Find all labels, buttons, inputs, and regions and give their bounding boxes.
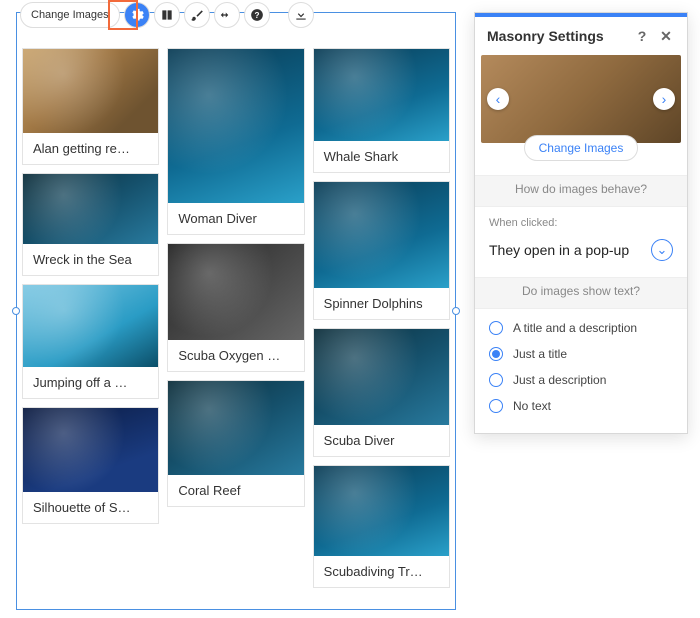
text-option-radio[interactable]: Just a description [489,367,673,393]
dropdown-value: They open in a pop-up [489,242,629,258]
text-option-radio[interactable]: No text [489,393,673,419]
masonry-grid: Alan getting re… Wreck in the Sea Jumping … [22,48,450,618]
floating-toolbar: Change Images ? [20,2,314,28]
gallery-caption: Jumping off a … [23,367,158,398]
radio-label: Just a description [513,373,606,387]
brush-icon[interactable] [184,2,210,28]
chevron-down-icon[interactable]: ⌄ [651,239,673,261]
gallery-caption: Spinner Dolphins [314,288,449,319]
text-options-group: A title and a description Just a title Jus… [475,309,687,433]
preview-next-icon[interactable]: › [653,88,675,110]
text-option-radio[interactable]: A title and a description [489,315,673,341]
radio-label: No text [513,399,551,413]
hstretch-icon[interactable] [214,2,240,28]
gallery-caption: Scuba Diver [314,425,449,456]
text-option-radio[interactable]: Just a title [489,341,673,367]
gallery-caption: Alan getting re… [23,133,158,164]
gallery-thumb[interactable] [23,49,158,133]
gallery-thumb[interactable] [314,466,449,556]
preview-image: ‹ › [481,55,681,143]
gallery-caption: Woman Diver [168,203,303,234]
gallery-caption: Scubadiving Tr… [314,556,449,587]
section-behave: How do images behave? [475,175,687,207]
radio-icon[interactable] [489,373,503,387]
radio-label: A title and a description [513,321,637,335]
gallery-card[interactable]: Jumping off a … [22,284,159,399]
help-icon[interactable]: ? [244,2,270,28]
panel-title: Masonry Settings [487,28,604,44]
gallery-caption: Whale Shark [314,141,449,172]
preview-prev-icon[interactable]: ‹ [487,88,509,110]
gallery-card[interactable]: Spinner Dolphins [313,181,450,320]
gallery-card[interactable]: Scuba Diver [313,328,450,457]
when-clicked-dropdown[interactable]: They open in a pop-up ⌄ [489,235,673,273]
gallery-card[interactable]: Woman Diver [167,48,304,235]
gallery-thumb[interactable] [314,182,449,288]
gallery-card[interactable]: Wreck in the Sea [22,173,159,276]
gallery-card[interactable]: Scubadiving Tr… [313,465,450,588]
gallery-caption: Coral Reef [168,475,303,506]
gallery-caption: Silhouette of S… [23,492,158,523]
gallery-caption: Scuba Oxygen … [168,340,303,371]
panel-close-icon[interactable]: ✕ [657,27,675,45]
resize-handle-left[interactable] [12,307,20,315]
panel-change-images-button[interactable]: Change Images [524,135,639,161]
radio-label: Just a title [513,347,567,361]
gear-icon[interactable] [124,2,150,28]
gallery-thumb[interactable] [314,49,449,141]
gallery-card[interactable]: Alan getting re… [22,48,159,165]
settings-panel: Masonry Settings ? ✕ ‹ › Change Images H… [474,12,688,434]
gallery-card[interactable]: Whale Shark [313,48,450,173]
gallery-card[interactable]: Silhouette of S… [22,407,159,524]
gallery-thumb[interactable] [168,244,303,340]
radio-icon[interactable] [489,321,503,335]
gallery-thumb[interactable] [168,381,303,475]
resize-handle-right[interactable] [452,307,460,315]
gallery-thumb[interactable] [168,49,303,203]
gallery-thumb[interactable] [23,285,158,367]
section-text: Do images show text? [475,277,687,309]
when-clicked-label: When clicked: [489,217,673,229]
panel-help-icon[interactable]: ? [633,27,651,45]
column-icon[interactable] [154,2,180,28]
gallery-thumb[interactable] [314,329,449,425]
download-icon[interactable] [288,2,314,28]
gallery-thumb[interactable] [23,174,158,244]
change-images-button[interactable]: Change Images [20,2,120,28]
radio-icon[interactable] [489,399,503,413]
gallery-thumb[interactable] [23,408,158,492]
gallery-card[interactable]: Scuba Oxygen … [167,243,304,372]
gallery-caption: Wreck in the Sea [23,244,158,275]
svg-text:?: ? [254,11,259,20]
gallery-card[interactable]: Coral Reef [167,380,304,507]
radio-icon[interactable] [489,347,503,361]
